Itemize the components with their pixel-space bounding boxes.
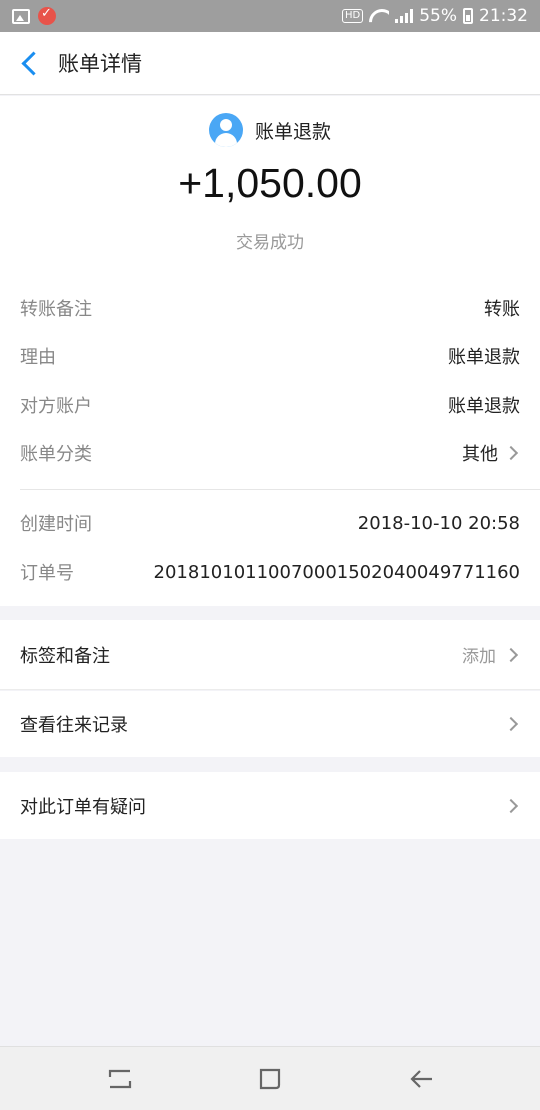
battery-percent: 55%: [419, 6, 457, 26]
chevron-right-icon: [503, 647, 519, 662]
transaction-status: 交易成功: [236, 233, 304, 253]
detail-value: 转账: [484, 299, 520, 320]
detail-value: 账单退款: [448, 396, 520, 417]
status-right: HD 55% 21:32: [341, 6, 528, 26]
detail-row-created-time: 创建时间 2018-10-10 20:58: [20, 508, 520, 538]
battery-icon: [463, 8, 473, 24]
detail-label: 对方账户: [20, 396, 92, 417]
system-navigation-bar: [0, 1046, 540, 1110]
detail-label: 订单号: [20, 563, 74, 584]
detail-label: 账单分类: [20, 444, 92, 465]
menu-label: 对此订单有疑问: [20, 796, 146, 818]
chevron-right-icon: [503, 798, 519, 813]
detail-row-remark: 转账备注 转账: [20, 293, 520, 323]
detail-label: 转账备注: [20, 299, 92, 320]
tags-and-remarks-row[interactable]: 标签和备注 添加: [0, 620, 540, 690]
category-value[interactable]: 其他: [462, 440, 520, 466]
view-history-row[interactable]: 查看往来记录: [0, 691, 540, 757]
divider: [20, 489, 540, 490]
nav-bar: 账单详情: [0, 32, 540, 95]
user-avatar-icon: [208, 113, 243, 147]
order-question-row[interactable]: 对此订单有疑问: [0, 772, 540, 839]
detail-label: 创建时间: [20, 514, 92, 535]
transaction-amount: +1,050.00: [178, 160, 362, 206]
menu-label: 查看往来记录: [20, 715, 128, 736]
menu-label: 标签和备注: [20, 645, 110, 667]
category-text: 其他: [462, 444, 498, 465]
detail-row-counterparty-account: 对方账户 账单退款: [20, 390, 520, 420]
menu-right: 添加: [462, 642, 520, 667]
home-icon[interactable]: [256, 1065, 284, 1093]
page-title: 账单详情: [58, 52, 142, 76]
hd-voice-icon: HD: [341, 9, 364, 23]
status-bar: HD 55% 21:32: [0, 0, 540, 32]
chevron-right-icon: [503, 445, 519, 461]
app-notification-icon: [38, 6, 56, 25]
menu-right: [503, 716, 520, 732]
counterparty-header: 账单退款: [0, 112, 540, 148]
gallery-notification-icon: [12, 8, 30, 24]
back-nav-icon[interactable]: [408, 1065, 436, 1093]
clock: 21:32: [479, 6, 528, 26]
recent-apps-icon[interactable]: [106, 1065, 134, 1093]
wifi-icon: [369, 9, 389, 23]
detail-value: 2018-10-10 20:58: [357, 512, 520, 534]
back-button[interactable]: [0, 32, 58, 95]
signal-icon: [395, 9, 414, 23]
detail-row-order-number: 订单号 20181010110070001502040049771160: [20, 557, 520, 587]
detail-value: 账单退款: [448, 347, 520, 368]
bill-detail-card: 账单退款 +1,050.00 交易成功 转账备注 转账 理由 账单退款 对方账户…: [0, 96, 540, 606]
counterparty-name: 账单退款: [254, 120, 331, 143]
chevron-right-icon: [503, 716, 519, 732]
menu-right: [503, 798, 520, 813]
status-left: [12, 6, 56, 25]
detail-row-category[interactable]: 账单分类 其他: [20, 438, 520, 468]
detail-row-reason: 理由 账单退款: [20, 341, 520, 371]
add-hint: 添加: [462, 647, 496, 667]
detail-label: 理由: [20, 347, 56, 368]
order-number: 20181010110070001502040049771160: [153, 561, 520, 583]
